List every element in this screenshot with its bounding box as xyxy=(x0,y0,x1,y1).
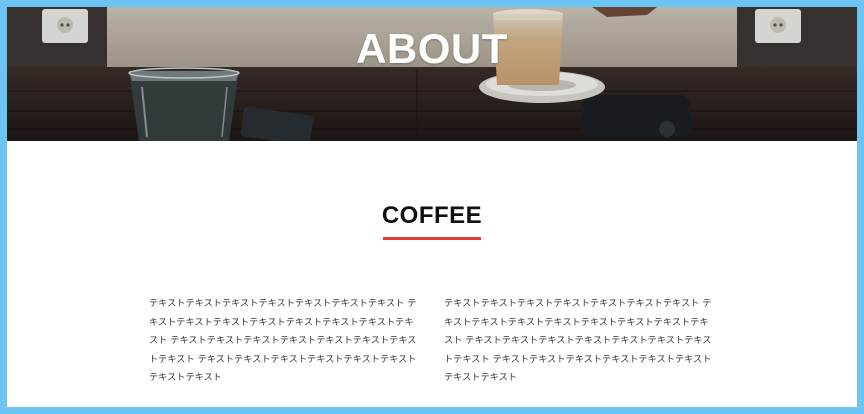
text-column-left: テキストテキストテキストテキストテキストテキストテキスト テキストテキストテキス… xyxy=(149,298,417,384)
page-title: ABOUT xyxy=(356,25,508,72)
page-frame: ABOUT COFFEE テキストテキストテキストテキストテキストテキストテキス… xyxy=(7,7,857,407)
text-column-right: テキストテキストテキストテキストテキストテキストテキスト テキストテキストテキス… xyxy=(444,298,712,384)
section-heading: COFFEE xyxy=(381,202,483,229)
hero-banner: ABOUT xyxy=(7,7,857,141)
heading-underline xyxy=(383,237,481,240)
